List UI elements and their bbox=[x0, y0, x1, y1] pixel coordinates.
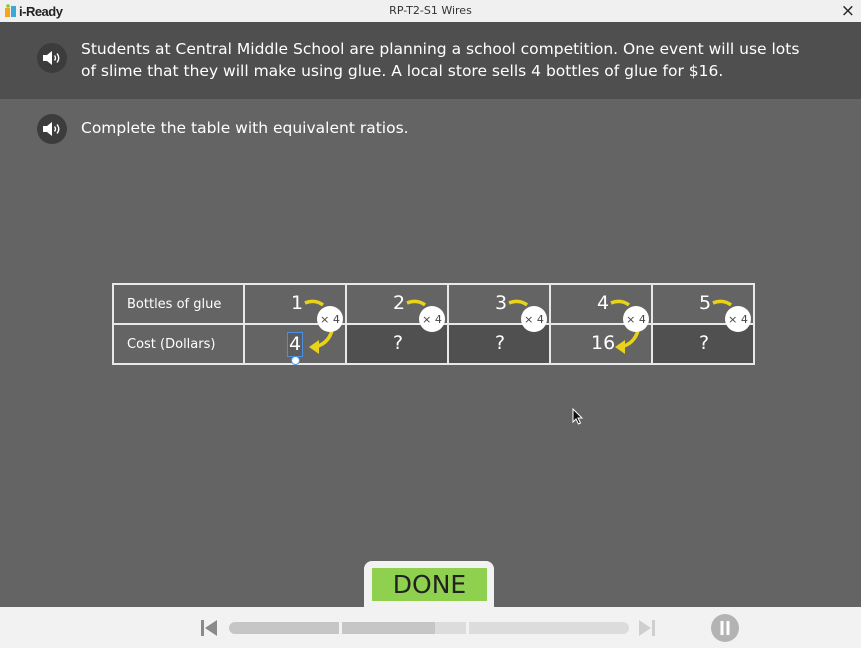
bottles-cell: 1 × 4 bbox=[243, 283, 347, 354]
input-handle[interactable] bbox=[291, 356, 300, 365]
progress-segment-3[interactable] bbox=[469, 622, 629, 634]
bottles-cell: 5 × 4 bbox=[651, 283, 755, 354]
cost-row-label: Cost (Dollars) bbox=[112, 323, 245, 365]
window-title: RP-T2-S1 Wires bbox=[389, 4, 472, 17]
speaker-icon bbox=[43, 122, 60, 136]
close-icon[interactable]: × bbox=[841, 1, 855, 21]
pause-icon bbox=[720, 621, 730, 635]
bottles-value: 2 bbox=[393, 292, 406, 314]
pause-button[interactable] bbox=[711, 614, 739, 642]
cost-unknown[interactable]: ? bbox=[393, 332, 403, 354]
bottles-cell: 3 × 4 bbox=[447, 283, 551, 354]
done-button[interactable]: DONE bbox=[372, 568, 487, 601]
cost-value: 16 bbox=[591, 332, 616, 354]
progress-segment-1[interactable] bbox=[229, 622, 339, 634]
times-four-badge: × 4 bbox=[317, 306, 343, 332]
bottles-value: 3 bbox=[495, 292, 508, 314]
window-title-bar: i-Ready RP-T2-S1 Wires × bbox=[0, 0, 861, 23]
progress-segment-2[interactable] bbox=[342, 622, 466, 634]
times-four-badge: × 4 bbox=[623, 306, 649, 332]
skip-back-icon[interactable] bbox=[200, 619, 218, 637]
bottles-cell: 2 × 4 bbox=[345, 283, 449, 354]
speaker-icon bbox=[43, 51, 60, 65]
times-four-badge: × 4 bbox=[521, 306, 547, 332]
bottles-value: 4 bbox=[597, 292, 610, 314]
cost-unknown[interactable]: ? bbox=[699, 332, 709, 354]
bottles-cell: 4 × 4 bbox=[549, 283, 653, 354]
problem-text: Students at Central Middle School are pl… bbox=[81, 40, 800, 80]
bottles-row-label: Bottles of glue bbox=[112, 283, 245, 325]
instruction-speaker-button[interactable] bbox=[37, 114, 67, 144]
times-four-badge: × 4 bbox=[419, 306, 445, 332]
ratio-table: Bottles of glue 1 × 4 2 × 4 3 × 4 4 × 4 … bbox=[112, 283, 755, 365]
skip-forward-icon[interactable] bbox=[638, 619, 656, 637]
instruction-text: Complete the table with equivalent ratio… bbox=[81, 119, 409, 137]
bottles-row: Bottles of glue 1 × 4 2 × 4 3 × 4 4 × 4 … bbox=[112, 283, 755, 354]
problem-panel: Students at Central Middle School are pl… bbox=[0, 22, 861, 99]
times-four-badge: × 4 bbox=[725, 306, 751, 332]
cost-input[interactable]: 4 bbox=[287, 332, 303, 357]
mouse-pointer-icon bbox=[572, 408, 584, 425]
bottles-value: 5 bbox=[699, 292, 712, 314]
audio-speaker-button[interactable] bbox=[37, 43, 67, 73]
bottles-value: 1 bbox=[291, 292, 304, 314]
cost-unknown[interactable]: ? bbox=[495, 332, 505, 354]
